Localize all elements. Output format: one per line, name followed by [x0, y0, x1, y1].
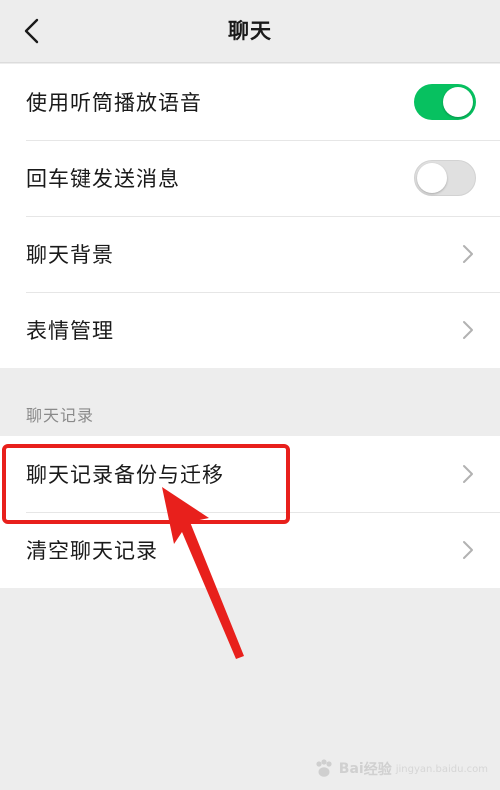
back-button[interactable] [14, 14, 48, 48]
chevron-right-icon [463, 245, 473, 263]
row-label: 表情管理 [26, 319, 114, 343]
toggle-knob [417, 163, 447, 193]
nav-bar: 聊天 [0, 0, 500, 63]
page-title: 聊天 [228, 19, 272, 43]
row-label: 清空聊天记录 [26, 539, 158, 563]
row-label: 使用听筒播放语音 [26, 91, 202, 115]
row-label: 聊天记录备份与迁移 [26, 463, 224, 487]
watermark: Bai 经验 jingyan.baidu.com [313, 758, 488, 780]
chevron-left-icon [24, 18, 39, 44]
watermark-brand: Bai [338, 761, 364, 777]
watermark-sub: jingyan.baidu.com [395, 763, 488, 775]
row-label: 回车键发送消息 [26, 167, 180, 191]
chevron-right-icon [463, 541, 473, 559]
toggle-knob [443, 87, 473, 117]
chat-history-group: 聊天记录备份与迁移 清空聊天记录 [0, 436, 500, 588]
chevron-right-icon [463, 321, 473, 339]
row-enter-to-send[interactable]: 回车键发送消息 [0, 140, 500, 216]
row-sticker-management[interactable]: 表情管理 [0, 292, 500, 368]
row-label: 聊天背景 [26, 243, 114, 267]
paw-icon [316, 759, 332, 777]
enter-to-send-toggle[interactable] [414, 160, 476, 196]
watermark-brand2: 经验 [363, 762, 392, 778]
chat-settings-group: 使用听筒播放语音 回车键发送消息 聊天背景 表情管理 [0, 64, 500, 368]
row-earpiece-voice[interactable]: 使用听筒播放语音 [0, 64, 500, 140]
row-backup-migrate[interactable]: 聊天记录备份与迁移 [0, 436, 500, 512]
earpiece-voice-toggle[interactable] [414, 84, 476, 120]
row-chat-background[interactable]: 聊天背景 [0, 216, 500, 292]
section-label-chat-history: 聊天记录 [26, 406, 95, 425]
chevron-right-icon [463, 465, 473, 483]
row-clear-history[interactable]: 清空聊天记录 [0, 512, 500, 588]
